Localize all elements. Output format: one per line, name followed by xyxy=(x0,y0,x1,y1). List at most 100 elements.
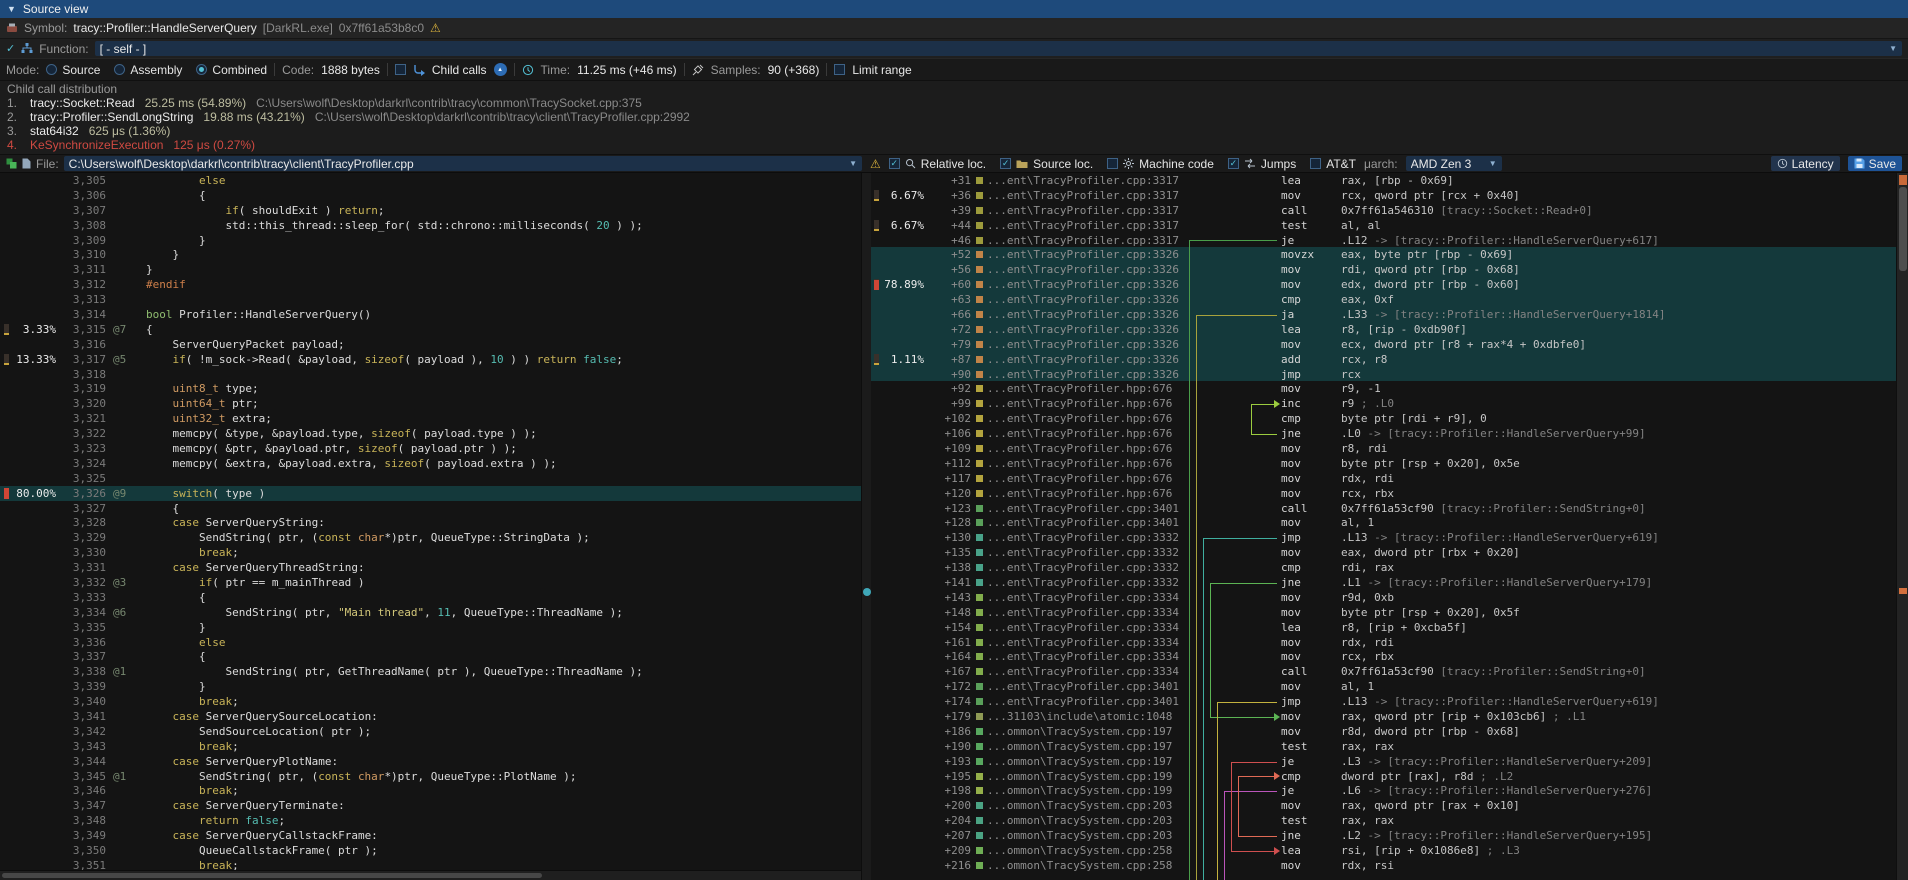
source-line[interactable]: 3,307 if( shouldExit ) return; xyxy=(0,203,861,218)
asm-source-loc[interactable]: ...ent\TracyProfiler.hpp:676 xyxy=(987,472,1185,485)
asm-source-loc[interactable]: ...ent\TracyProfiler.hpp:676 xyxy=(987,427,1185,440)
asm-line[interactable]: +195...ommon\TracySystem.cpp:199cmpdword… xyxy=(871,769,1896,784)
asm-source-loc[interactable]: ...ent\TracyProfiler.cpp:3317 xyxy=(987,234,1185,247)
source-line[interactable]: 3,308 std::this_thread::sleep_for( std::… xyxy=(0,218,861,233)
horizontal-scrollbar[interactable] xyxy=(0,870,861,880)
asm-line[interactable]: +164...ent\TracyProfiler.cpp:3334movrcx,… xyxy=(871,650,1896,665)
source-line[interactable]: 3,344 case ServerQueryPlotName: xyxy=(0,754,861,769)
asm-source-loc[interactable]: ...ent\TracyProfiler.hpp:676 xyxy=(987,487,1185,500)
source-line[interactable]: 3,347 case ServerQueryTerminate: xyxy=(0,798,861,813)
asm-source-loc[interactable]: ...ent\TracyProfiler.cpp:3334 xyxy=(987,665,1185,678)
asm-line[interactable]: 1.11%+87...ent\TracyProfiler.cpp:3326add… xyxy=(871,352,1896,367)
source-line[interactable]: 3,321 uint32_t extra; xyxy=(0,411,861,426)
asm-source-loc[interactable]: ...ommon\TracySystem.cpp:203 xyxy=(987,814,1185,827)
asm-line[interactable]: 6.67%+44...ent\TracyProfiler.cpp:3317tes… xyxy=(871,218,1896,233)
source-line[interactable]: 3,332@3 if( ptr == m_mainThread ) xyxy=(0,575,861,590)
source-line[interactable]: 80.00%3,326@9 switch( type ) xyxy=(0,486,861,501)
asm-source-loc[interactable]: ...ommon\TracySystem.cpp:197 xyxy=(987,755,1185,768)
asm-line[interactable]: +207...ommon\TracySystem.cpp:203jne.L2 -… xyxy=(871,828,1896,843)
source-line[interactable]: 3,319 uint8_t type; xyxy=(0,381,861,396)
collapse-icon[interactable]: ▼ xyxy=(7,4,16,14)
asm-source-loc[interactable]: ...ent\TracyProfiler.cpp:3317 xyxy=(987,219,1185,232)
source-line[interactable]: 3,320 uint64_t ptr; xyxy=(0,396,861,411)
asm-line[interactable]: +204...ommon\TracySystem.cpp:203testrax,… xyxy=(871,813,1896,828)
asm-source-loc[interactable]: ...ent\TracyProfiler.cpp:3326 xyxy=(987,338,1185,351)
asm-source-loc[interactable]: ...ommon\TracySystem.cpp:197 xyxy=(987,725,1185,738)
asm-line[interactable]: +112...ent\TracyProfiler.hpp:676movbyte … xyxy=(871,456,1896,471)
asm-source-loc[interactable]: ...ommon\TracySystem.cpp:203 xyxy=(987,829,1185,842)
source-line[interactable]: 3,340 break; xyxy=(0,694,861,709)
asm-line[interactable]: +154...ent\TracyProfiler.cpp:3334lear8, … xyxy=(871,620,1896,635)
asm-line[interactable]: +172...ent\TracyProfiler.cpp:3401moval, … xyxy=(871,679,1896,694)
asm-source-loc[interactable]: ...ent\TracyProfiler.cpp:3334 xyxy=(987,591,1185,604)
asm-line[interactable]: +190...ommon\TracySystem.cpp:197testrax,… xyxy=(871,739,1896,754)
vertical-scrollbar[interactable] xyxy=(1896,173,1908,880)
child-call-row[interactable]: 2.tracy::Profiler::SendLongString19.88 m… xyxy=(0,110,1908,124)
asm-source-loc[interactable]: ...ent\TracyProfiler.cpp:3334 xyxy=(987,650,1185,663)
asm-source-loc[interactable]: ...ommon\TracySystem.cpp:199 xyxy=(987,784,1185,797)
asm-source-loc[interactable]: ...ent\TracyProfiler.cpp:3401 xyxy=(987,695,1185,708)
asm-source-loc[interactable]: ...ent\TracyProfiler.cpp:3334 xyxy=(987,606,1185,619)
asm-source-loc[interactable]: ...ent\TracyProfiler.hpp:676 xyxy=(987,382,1185,395)
asm-source-loc[interactable]: ...ent\TracyProfiler.cpp:3326 xyxy=(987,368,1185,381)
source-line[interactable]: 3,335 } xyxy=(0,620,861,635)
asm-line[interactable]: 78.89%+60...ent\TracyProfiler.cpp:3326mo… xyxy=(871,277,1896,292)
asm-line[interactable]: +120...ent\TracyProfiler.hpp:676movrcx, … xyxy=(871,486,1896,501)
source-line[interactable]: 3,316 ServerQueryPacket payload; xyxy=(0,337,861,352)
asm-source-loc[interactable]: ...ent\TracyProfiler.cpp:3401 xyxy=(987,502,1185,515)
mode-radio-combined[interactable]: Combined xyxy=(196,63,267,77)
asm-source-loc[interactable]: ...ent\TracyProfiler.cpp:3334 xyxy=(987,636,1185,649)
mode-radio-assembly[interactable]: Assembly xyxy=(114,63,182,77)
source-line[interactable]: 3,339 } xyxy=(0,679,861,694)
asm-line[interactable]: 6.67%+36...ent\TracyProfiler.cpp:3317mov… xyxy=(871,188,1896,203)
option-jumps[interactable]: ✓Jumps xyxy=(1228,157,1296,171)
source-line[interactable]: 3,336 else xyxy=(0,635,861,650)
asm-line[interactable]: +63...ent\TracyProfiler.cpp:3326cmpeax, … xyxy=(871,292,1896,307)
asm-line[interactable]: +193...ommon\TracySystem.cpp:197je.L3 ->… xyxy=(871,754,1896,769)
source-line[interactable]: 3,322 memcpy( &type, &payload.type, size… xyxy=(0,426,861,441)
asm-source-loc[interactable]: ...ent\TracyProfiler.cpp:3326 xyxy=(987,293,1185,306)
source-line[interactable]: 3,310 } xyxy=(0,247,861,262)
source-line[interactable]: 3,337 { xyxy=(0,650,861,665)
asm-line[interactable]: +161...ent\TracyProfiler.cpp:3334movrdx,… xyxy=(871,635,1896,650)
asm-source-loc[interactable]: ...ent\TracyProfiler.cpp:3326 xyxy=(987,308,1185,321)
source-line[interactable]: 3,331 case ServerQueryThreadString: xyxy=(0,560,861,575)
asm-line[interactable]: +46...ent\TracyProfiler.cpp:3317je.L12 -… xyxy=(871,233,1896,248)
source-line[interactable]: 3,325 xyxy=(0,471,861,486)
asm-line[interactable]: +123...ent\TracyProfiler.cpp:3401call0x7… xyxy=(871,501,1896,516)
child-call-row[interactable]: 1.tracy::Socket::Read25.25 ms (54.89%)C:… xyxy=(0,96,1908,110)
asm-source-loc[interactable]: ...ent\TracyProfiler.cpp:3326 xyxy=(987,278,1185,291)
asm-source-loc[interactable]: ...ent\TracyProfiler.hpp:676 xyxy=(987,442,1185,455)
uarch-selector[interactable]: AMD Zen 3 ▼ xyxy=(1406,156,1502,171)
source-line[interactable]: 3,334@6 SendString( ptr, "Main thread", … xyxy=(0,605,861,620)
splitter-grip[interactable] xyxy=(863,588,871,596)
source-line[interactable]: 3,349 case ServerQueryCallstackFrame: xyxy=(0,828,861,843)
source-line[interactable]: 3,318 xyxy=(0,367,861,382)
source-line[interactable]: 3.33%3,315@7{ xyxy=(0,322,861,337)
option-at-t[interactable]: AT&T xyxy=(1310,157,1356,171)
asm-source-loc[interactable]: ...ent\TracyProfiler.cpp:3334 xyxy=(987,621,1185,634)
asm-line[interactable]: +128...ent\TracyProfiler.cpp:3401moval, … xyxy=(871,515,1896,530)
asm-line[interactable]: +186...ommon\TracySystem.cpp:197movr8d, … xyxy=(871,724,1896,739)
asm-line[interactable]: +141...ent\TracyProfiler.cpp:3332jne.L1 … xyxy=(871,575,1896,590)
source-line[interactable]: 3,309 } xyxy=(0,233,861,248)
child-call-row[interactable]: 4.KeSynchronizeExecution125 μs (0.27%) xyxy=(0,138,1908,152)
asm-source-loc[interactable]: ...ent\TracyProfiler.cpp:3326 xyxy=(987,263,1185,276)
source-line[interactable]: 3,350 QueueCallstackFrame( ptr ); xyxy=(0,843,861,858)
asm-source-loc[interactable]: ...ent\TracyProfiler.cpp:3317 xyxy=(987,204,1185,217)
latency-button[interactable]: Latency xyxy=(1771,156,1840,171)
check-icon[interactable]: ✓ xyxy=(6,42,15,55)
asm-source-loc[interactable]: ...ent\TracyProfiler.hpp:676 xyxy=(987,457,1185,470)
asm-line[interactable]: +106...ent\TracyProfiler.hpp:676jne.L0 -… xyxy=(871,426,1896,441)
asm-source-loc[interactable]: ...ent\TracyProfiler.cpp:3332 xyxy=(987,531,1185,544)
asm-line[interactable]: +72...ent\TracyProfiler.cpp:3326lear8, [… xyxy=(871,322,1896,337)
source-line[interactable]: 3,329 SendString( ptr, (const char*)ptr,… xyxy=(0,530,861,545)
asm-source-loc[interactable]: ...ent\TracyProfiler.cpp:3332 xyxy=(987,576,1185,589)
asm-source-loc[interactable]: ...ent\TracyProfiler.cpp:3317 xyxy=(987,189,1185,202)
asm-line[interactable]: +179...31103\include\atomic:1048movrax, … xyxy=(871,709,1896,724)
asm-line[interactable]: +56...ent\TracyProfiler.cpp:3326movrdi, … xyxy=(871,262,1896,277)
asm-line[interactable]: +31...ent\TracyProfiler.cpp:3317learax, … xyxy=(871,173,1896,188)
asm-line[interactable]: +102...ent\TracyProfiler.hpp:676cmpbyte … xyxy=(871,411,1896,426)
asm-line[interactable]: +167...ent\TracyProfiler.cpp:3334call0x7… xyxy=(871,664,1896,679)
asm-source-loc[interactable]: ...ent\TracyProfiler.cpp:3326 xyxy=(987,248,1185,261)
